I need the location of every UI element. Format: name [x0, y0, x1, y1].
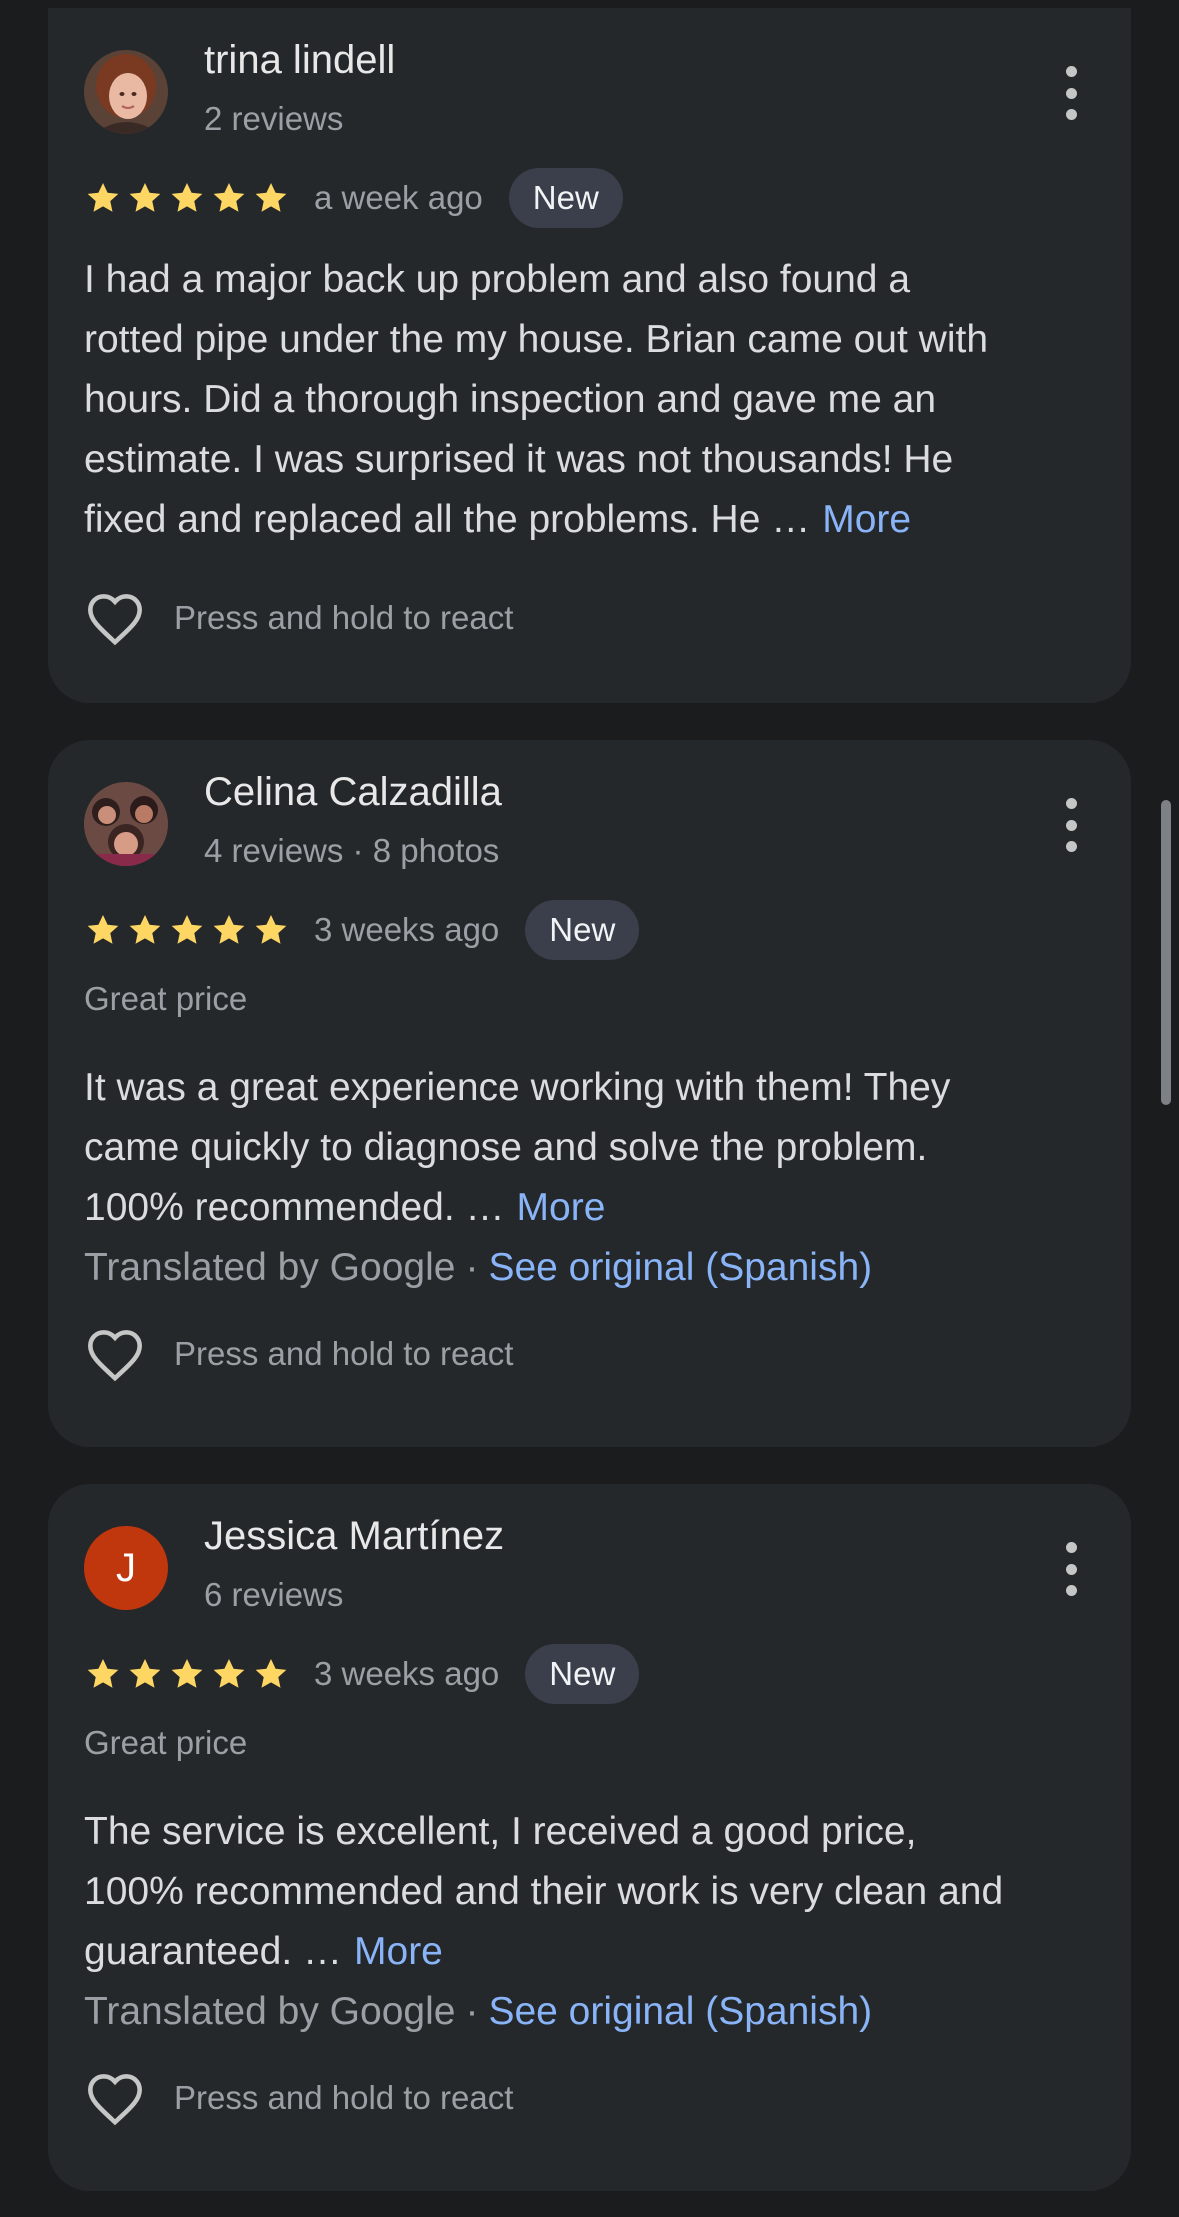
heart-outline-icon — [88, 2074, 142, 2126]
new-badge: New — [525, 1644, 640, 1704]
rating-row: 3 weeks ago New — [84, 900, 640, 960]
see-original-link[interactable]: See original (Spanish) — [488, 1246, 872, 1289]
react-button[interactable]: Press and hold to react — [84, 588, 513, 648]
translation-note: Translated by Google · See original (Spani… — [84, 1982, 1104, 2042]
more-link[interactable]: More — [517, 1186, 606, 1229]
star-icon — [171, 1658, 203, 1688]
new-badge: New — [508, 168, 623, 228]
star-icon — [255, 182, 287, 212]
review-body: I had a major back up problem and also f… — [84, 250, 1104, 550]
star-icon — [87, 182, 119, 212]
review-date: a week ago — [314, 179, 483, 216]
more-vert-icon[interactable] — [1061, 66, 1081, 120]
more-link[interactable]: More — [354, 1930, 443, 1973]
reviewer-meta: 2 reviews — [204, 100, 344, 137]
review-card: trina lindell 2 reviews a week ago New I… — [48, 8, 1131, 703]
new-badge: New — [525, 900, 640, 960]
rating-row: 3 weeks ago New — [84, 1644, 640, 1704]
star-icon — [213, 914, 245, 944]
review-date: 3 weeks ago — [314, 911, 500, 948]
reviewer-avatar[interactable] — [84, 50, 168, 134]
react-label: Press and hold to react — [174, 2079, 514, 2116]
star-icon — [255, 914, 287, 944]
reviewer-name[interactable]: Jessica Martínez — [204, 1514, 504, 1559]
star-icon — [213, 182, 245, 212]
star-rating — [84, 179, 290, 217]
separator-dot: · — [465, 1246, 479, 1289]
star-rating — [84, 1655, 290, 1693]
more-vert-icon[interactable] — [1061, 1542, 1081, 1596]
star-rating — [84, 911, 290, 949]
star-icon — [171, 914, 203, 944]
react-label: Press and hold to react — [174, 1335, 514, 1372]
reviewer-name[interactable]: Celina Calzadilla — [204, 770, 502, 815]
review-card: J Jessica Martínez 6 reviews 3 weeks ago… — [48, 1484, 1131, 2191]
react-button[interactable]: Press and hold to react — [84, 2068, 513, 2128]
translated-by-label: Translated by Google — [84, 1246, 456, 1289]
reviewer-name[interactable]: trina lindell — [204, 38, 395, 83]
see-original-link[interactable]: See original (Spanish) — [488, 1990, 872, 2033]
translated-by-label: Translated by Google — [84, 1990, 456, 2033]
star-icon — [255, 1658, 287, 1688]
star-icon — [87, 1658, 119, 1688]
scrollbar[interactable] — [1161, 800, 1171, 1105]
star-icon — [87, 914, 119, 944]
reviewer-avatar[interactable] — [84, 782, 168, 866]
heart-outline-icon — [88, 594, 142, 646]
reviewer-meta: 6 reviews — [204, 1576, 344, 1613]
heart-outline-icon — [88, 1330, 142, 1382]
reviewer-meta: 4 reviews · 8 photos — [204, 832, 500, 869]
star-icon — [129, 182, 161, 212]
star-icon — [129, 1658, 161, 1688]
avatar-photo — [84, 782, 168, 866]
star-icon — [213, 1658, 245, 1688]
review-body: The service is excellent, I received a g… — [84, 1802, 1104, 2042]
react-button[interactable]: Press and hold to react — [84, 1324, 513, 1384]
review-date: 3 weeks ago — [314, 1655, 500, 1692]
separator-dot: · — [465, 1990, 479, 2033]
more-vert-icon[interactable] — [1061, 798, 1081, 852]
translation-note: Translated by Google · See original (Spani… — [84, 1238, 1104, 1298]
rating-row: a week ago New — [84, 168, 623, 228]
react-label: Press and hold to react — [174, 599, 514, 636]
star-icon — [129, 914, 161, 944]
review-body: It was a great experience working with t… — [84, 1058, 1104, 1298]
review-tag: Great price — [84, 980, 248, 1017]
avatar-photo — [84, 50, 168, 134]
review-card: Celina Calzadilla 4 reviews · 8 photos 3… — [48, 740, 1131, 1447]
review-tag: Great price — [84, 1724, 248, 1761]
star-icon — [171, 182, 203, 212]
reviewer-avatar[interactable]: J — [84, 1526, 168, 1610]
review-text: The service is excellent, I received a g… — [84, 1810, 1004, 1973]
more-link[interactable]: More — [822, 498, 911, 541]
